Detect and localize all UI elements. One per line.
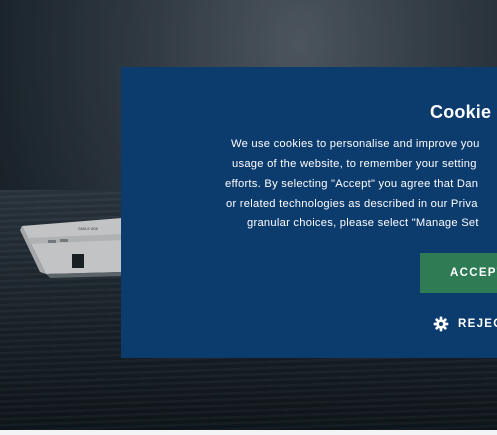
cookie-consent-dialog: Cookie We use cookies to personalise and… bbox=[121, 67, 497, 358]
description-line: We use cookies to personalise and improv… bbox=[231, 138, 480, 150]
description-line: or related technologies as described in … bbox=[226, 198, 478, 210]
reject-button[interactable]: REJEC bbox=[433, 314, 497, 334]
reject-label: REJEC bbox=[458, 318, 497, 330]
description-line: efforts. By selecting "Accept" you agree… bbox=[225, 178, 479, 190]
bottom-bar bbox=[0, 430, 497, 435]
gear-icon bbox=[433, 316, 449, 332]
accept-button[interactable]: ACCEPT bbox=[420, 253, 497, 293]
dialog-title: Cookie bbox=[430, 102, 492, 122]
description-line: granular choices, please select "Manage … bbox=[247, 217, 479, 229]
description-line: usage of the website, to remember your s… bbox=[232, 158, 477, 170]
